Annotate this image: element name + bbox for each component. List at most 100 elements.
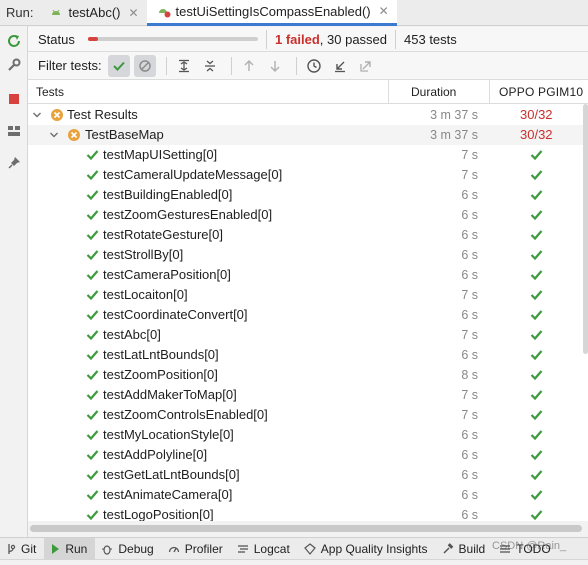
- chevron-down-icon: [50, 132, 58, 138]
- diamond-icon: [303, 542, 316, 555]
- test-name: testCameraPosition[0]: [103, 267, 231, 282]
- divider: [165, 56, 167, 75]
- tool-window-build[interactable]: Build: [436, 538, 494, 560]
- tool-window-label: Run: [65, 541, 88, 556]
- table-row[interactable]: testLogoPosition[0] 6 s: [28, 505, 588, 521]
- column-header-device[interactable]: OPPO PGIM10: [499, 80, 583, 104]
- watermark: CSDN @Rain_: [492, 540, 567, 552]
- table-row[interactable]: testMapUISetting[0] 7 s: [28, 145, 588, 165]
- next-failed-button[interactable]: [264, 55, 286, 77]
- check-icon: [530, 190, 543, 201]
- table-row[interactable]: testLocaiton[0] 7 s: [28, 285, 588, 305]
- tool-window-debug[interactable]: Debug: [95, 538, 161, 560]
- tab-testabc[interactable]: testAbc() ✕: [39, 0, 146, 26]
- vertical-scrollbar[interactable]: [583, 104, 588, 354]
- table-row[interactable]: testAddPolyline[0] 6 s: [28, 445, 588, 465]
- check-icon: [530, 230, 543, 241]
- tool-window-profiler[interactable]: Profiler: [162, 538, 231, 560]
- scrollbar-thumb[interactable]: [30, 525, 582, 532]
- table-row[interactable]: testLatLntBounds[0] 6 s: [28, 345, 588, 365]
- divider: [395, 29, 397, 49]
- test-duration: 7 s: [461, 328, 478, 342]
- filter-label: Filter tests:: [38, 58, 102, 73]
- close-icon[interactable]: ✕: [379, 4, 389, 18]
- column-header-duration[interactable]: Duration: [411, 80, 456, 104]
- column-divider[interactable]: [388, 80, 389, 104]
- tree-row-result: 30/32: [520, 127, 553, 142]
- check-icon: [86, 230, 99, 241]
- status-label: Status: [38, 31, 75, 47]
- android-test-icon: [49, 6, 63, 20]
- collapse-all-button[interactable]: [199, 55, 221, 77]
- import-icon: [334, 61, 345, 72]
- check-icon: [530, 450, 543, 461]
- layout-icon[interactable]: [5, 122, 23, 140]
- check-icon: [530, 490, 543, 501]
- table-row[interactable]: testGetLatLntBounds[0] 6 s: [28, 465, 588, 485]
- failed-count: 1 failed: [275, 31, 320, 47]
- check-icon: [86, 210, 99, 221]
- wrench-icon[interactable]: [5, 56, 23, 74]
- table-row[interactable]: testRotateGesture[0] 6 s: [28, 225, 588, 245]
- check-icon: [530, 390, 543, 401]
- tree-row-suite[interactable]: TestBaseMap 3 m 37 s 30/32: [28, 125, 588, 145]
- table-row[interactable]: testBuildingEnabled[0] 6 s: [28, 185, 588, 205]
- test-duration: 6 s: [461, 208, 478, 222]
- table-row[interactable]: testZoomControlsEnabled[0] 7 s: [28, 405, 588, 425]
- check-icon: [86, 510, 99, 521]
- table-row[interactable]: testAbc[0] 7 s: [28, 325, 588, 345]
- check-icon: [530, 150, 543, 161]
- tool-window-git[interactable]: Git: [0, 538, 44, 560]
- tab-testuisettingiscompassenabled[interactable]: testUiSettingIsCompassEnabled() ✕: [146, 0, 397, 26]
- column-divider[interactable]: [489, 80, 490, 104]
- table-row[interactable]: testStrollBy[0] 6 s: [28, 245, 588, 265]
- test-name: testBuildingEnabled[0]: [103, 187, 233, 202]
- pin-icon[interactable]: [5, 154, 23, 172]
- check-icon: [86, 470, 99, 481]
- tree-row-root[interactable]: Test Results 3 m 37 s 30/32: [28, 105, 588, 125]
- test-summary: 1 failed, 30 passed: [275, 32, 387, 47]
- close-icon[interactable]: ✕: [128, 6, 138, 20]
- history-button[interactable]: [303, 55, 325, 77]
- tool-window-run[interactable]: Run: [44, 537, 96, 560]
- export-tests-button[interactable]: [355, 55, 377, 77]
- arrow-down-icon: [270, 60, 280, 72]
- table-row[interactable]: testCameralUpdateMessage[0] 7 s: [28, 165, 588, 185]
- check-icon: [86, 410, 99, 421]
- gauge-icon: [168, 543, 180, 555]
- table-row[interactable]: testCoordinateConvert[0] 6 s: [28, 305, 588, 325]
- tab-label: testAbc(): [68, 5, 121, 20]
- table-row[interactable]: testZoomGesturesEnabled[0] 6 s: [28, 205, 588, 225]
- check-icon: [530, 290, 543, 301]
- check-icon: [86, 270, 99, 281]
- table-row[interactable]: testZoomPosition[0] 8 s: [28, 365, 588, 385]
- test-results-table: Tests Duration OPPO PGIM10 Test Results …: [28, 80, 588, 521]
- test-duration: 6 s: [461, 308, 478, 322]
- test-duration: 6 s: [461, 508, 478, 521]
- export-icon: [359, 60, 371, 72]
- check-icon: [86, 330, 99, 341]
- show-ignored-toggle[interactable]: [133, 54, 156, 77]
- test-name: testZoomPosition[0]: [103, 367, 218, 382]
- stop-icon[interactable]: [5, 90, 23, 108]
- tool-window-logcat[interactable]: Logcat: [231, 538, 298, 560]
- test-name: testCoordinateConvert[0]: [103, 307, 248, 322]
- expand-all-button[interactable]: [173, 55, 195, 77]
- table-row[interactable]: testAnimateCamera[0] 6 s: [28, 485, 588, 505]
- horizontal-scrollbar[interactable]: [30, 524, 586, 533]
- ignored-icon: [138, 59, 151, 72]
- test-name: testLocaiton[0]: [103, 287, 188, 302]
- table-row[interactable]: testCameraPosition[0] 6 s: [28, 265, 588, 285]
- tool-window-app-quality-insights[interactable]: App Quality Insights: [298, 538, 436, 560]
- show-passed-toggle[interactable]: [107, 54, 130, 77]
- previous-failed-button[interactable]: [238, 55, 260, 77]
- run-label: Run:: [6, 5, 34, 20]
- table-row[interactable]: testAddMakerToMap[0] 7 s: [28, 385, 588, 405]
- logcat-icon: [237, 543, 249, 555]
- test-name: testZoomGesturesEnabled[0]: [103, 207, 273, 222]
- column-header-tests[interactable]: Tests: [36, 80, 64, 104]
- test-name: testLogoPosition[0]: [103, 507, 214, 521]
- import-tests-button[interactable]: [329, 55, 351, 77]
- rerun-icon[interactable]: [5, 32, 23, 50]
- table-row[interactable]: testMyLocationStyle[0] 6 s: [28, 425, 588, 445]
